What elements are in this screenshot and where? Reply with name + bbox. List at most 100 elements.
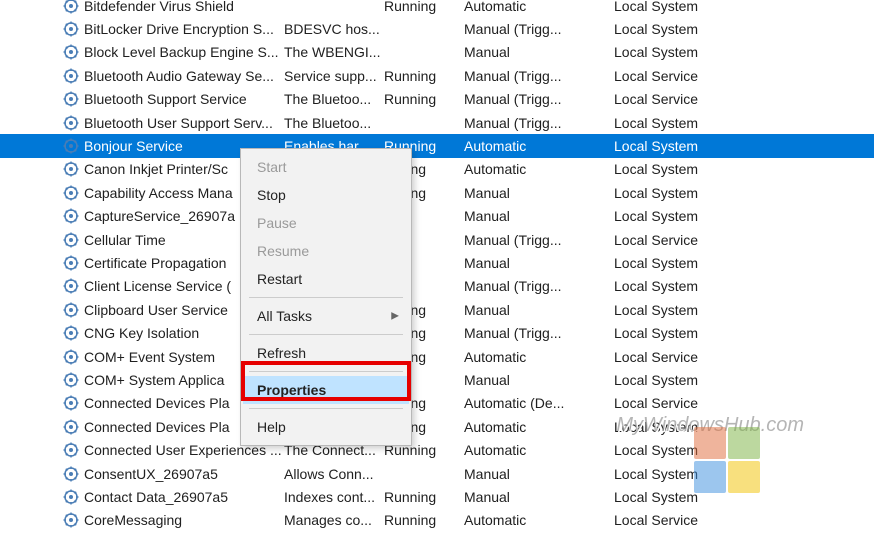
service-startup-type: Automatic [464,442,614,458]
service-row[interactable]: BitLocker Drive Encryption S...BDESVC ho… [0,17,874,40]
service-row[interactable]: Bitdefender Virus ShieldRunningAutomatic… [0,0,874,17]
service-name: ConsentUX_26907a5 [84,466,284,482]
service-row[interactable]: COM+ System ApplicaManualLocal System [0,368,874,391]
service-logon-as: Local System [614,115,764,131]
gear-icon [62,488,80,506]
service-name: Bitdefender Virus Shield [84,0,284,14]
service-startup-type: Manual [464,302,614,318]
service-logon-as: Local System [614,255,764,271]
service-row[interactable]: Bluetooth User Support Serv...The Blueto… [0,111,874,134]
service-logon-as: Local System [614,185,764,201]
service-startup-type: Manual [464,255,614,271]
service-row[interactable]: Bonjour ServiceEnables har...RunningAuto… [0,134,874,157]
service-row[interactable]: Connected Devices PlaunningAutomatic (De… [0,392,874,415]
service-description: Service supp... [284,68,384,84]
gear-icon [62,207,80,225]
service-logon-as: Local System [614,44,764,60]
gear-icon [62,160,80,178]
gear-icon [62,441,80,459]
service-row[interactable]: Certificate PropagationManualLocal Syste… [0,251,874,274]
services-list[interactable]: Bitdefender Virus ShieldRunningAutomatic… [0,0,874,532]
gear-icon [62,418,80,436]
service-row[interactable]: Connected Devices PlaunningAutomaticLoca… [0,415,874,438]
menu-separator [249,334,403,335]
menu-item-all-tasks[interactable]: All Tasks▶ [243,302,409,330]
service-startup-type: Manual (Trigg... [464,115,614,131]
menu-item-start: Start [243,153,409,181]
service-row[interactable]: CoreMessagingManages co...RunningAutomat… [0,509,874,532]
service-row[interactable]: Block Level Backup Engine S...The WBENGI… [0,41,874,64]
service-startup-type: Manual (Trigg... [464,232,614,248]
gear-icon [62,301,80,319]
service-logon-as: Local System [614,21,764,37]
gear-icon [62,394,80,412]
service-startup-type: Manual [464,185,614,201]
service-logon-as: Local System [614,419,764,435]
gear-icon [62,137,80,155]
gear-icon [62,348,80,366]
menu-item-pause: Pause [243,209,409,237]
service-startup-type: Automatic [464,349,614,365]
gear-icon [62,254,80,272]
menu-item-properties[interactable]: Properties [243,376,409,404]
service-startup-type: Manual [464,489,614,505]
service-row[interactable]: Cellular TimeManual (Trigg...Local Servi… [0,228,874,251]
service-description: Manages co... [284,512,384,528]
menu-item-stop[interactable]: Stop [243,181,409,209]
menu-item-help[interactable]: Help [243,413,409,441]
service-row[interactable]: Bluetooth Support ServiceThe Bluetoo...R… [0,88,874,111]
service-startup-type: Manual (Trigg... [464,278,614,294]
service-row[interactable]: Connected User Experiences ...The Connec… [0,438,874,461]
service-startup-type: Manual [464,466,614,482]
service-name: Bluetooth Audio Gateway Se... [84,68,284,84]
service-logon-as: Local Service [614,512,764,528]
service-startup-type: Manual (Trigg... [464,91,614,107]
gear-icon [62,184,80,202]
gear-icon [62,0,80,15]
service-logon-as: Local Service [614,395,764,411]
service-startup-type: Manual [464,372,614,388]
service-startup-type: Manual [464,208,614,224]
service-status: Running [384,512,464,528]
service-logon-as: Local System [614,208,764,224]
service-name: Block Level Backup Engine S... [84,44,284,60]
service-row[interactable]: CNG Key IsolationunningManual (Trigg...L… [0,321,874,344]
service-row[interactable]: CaptureService_26907aManualLocal System [0,205,874,228]
service-logon-as: Local System [614,138,764,154]
service-logon-as: Local Service [614,232,764,248]
service-logon-as: Local System [614,161,764,177]
service-row[interactable]: Client License Service (Manual (Trigg...… [0,275,874,298]
gear-icon [62,324,80,342]
service-description: The Bluetoo... [284,115,384,131]
service-row[interactable]: Canon Inkjet Printer/ScunningAutomaticLo… [0,158,874,181]
service-startup-type: Automatic [464,512,614,528]
service-logon-as: Local System [614,442,764,458]
gear-icon [62,371,80,389]
service-startup-type: Automatic [464,419,614,435]
menu-separator [249,297,403,298]
gear-icon [62,465,80,483]
service-logon-as: Local System [614,0,764,14]
menu-item-refresh[interactable]: Refresh [243,339,409,367]
service-logon-as: Local System [614,302,764,318]
service-startup-type: Automatic [464,138,614,154]
service-row[interactable]: Clipboard User ServiceunningManualLocal … [0,298,874,321]
gear-icon [62,90,80,108]
service-row[interactable]: Capability Access ManaunningManualLocal … [0,181,874,204]
service-row[interactable]: Bluetooth Audio Gateway Se...Service sup… [0,64,874,87]
gear-icon [62,114,80,132]
service-logon-as: Local Service [614,68,764,84]
gear-icon [62,511,80,529]
menu-item-restart[interactable]: Restart [243,265,409,293]
service-description: BDESVC hos... [284,21,384,37]
service-startup-type: Manual [464,44,614,60]
gear-icon [62,67,80,85]
service-row[interactable]: ConsentUX_26907a5Allows Conn...ManualLoc… [0,462,874,485]
service-row[interactable]: COM+ Event SystemunningAutomaticLocal Se… [0,345,874,368]
service-name: Bluetooth Support Service [84,91,284,107]
service-logon-as: Local Service [614,91,764,107]
service-status: Running [384,91,464,107]
service-row[interactable]: Contact Data_26907a5Indexes cont...Runni… [0,485,874,508]
gear-icon [62,20,80,38]
service-name: Contact Data_26907a5 [84,489,284,505]
